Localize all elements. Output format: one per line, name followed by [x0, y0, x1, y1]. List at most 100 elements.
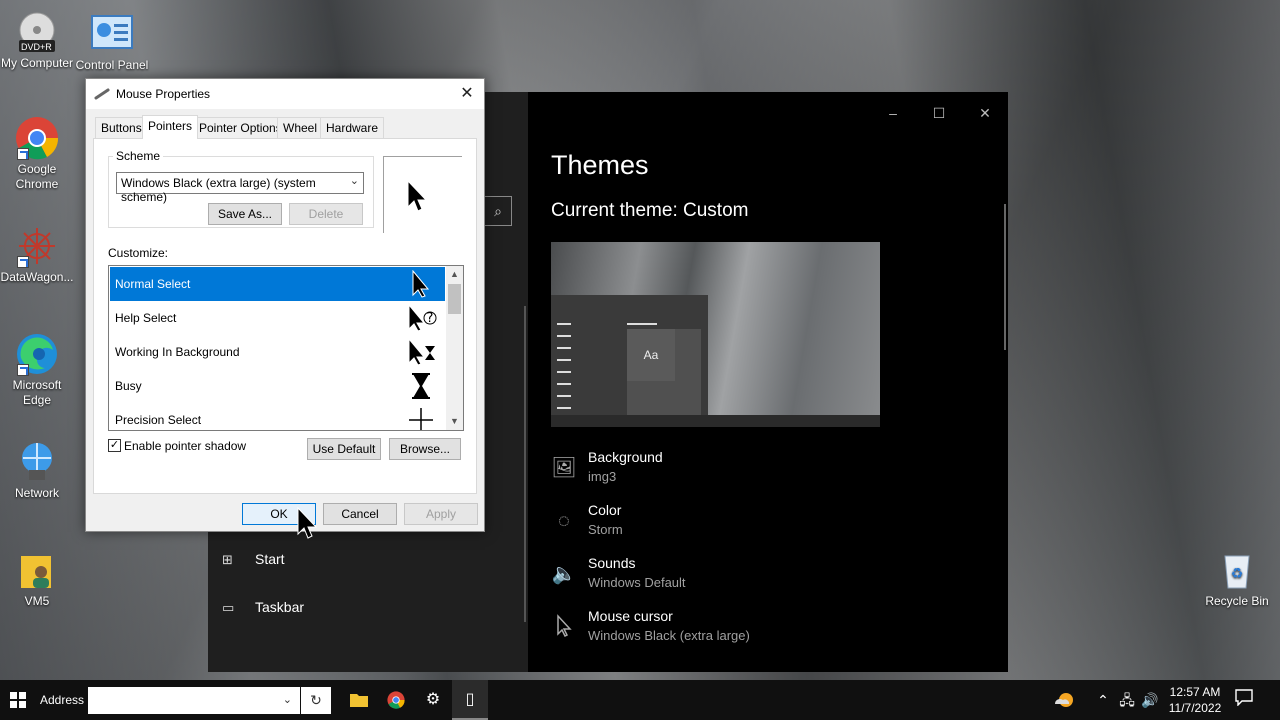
close-button[interactable]: ✕ — [456, 83, 478, 105]
theme-setting-background[interactable]: 🖼 Background img3 — [551, 449, 951, 489]
taskbar-chrome[interactable] — [378, 680, 414, 720]
datawagon-icon — [15, 224, 59, 268]
network-icon[interactable]: 🖧 — [1116, 680, 1138, 720]
taskbar-file-explorer[interactable] — [341, 680, 377, 720]
tab-pointer-options[interactable]: Pointer Options — [193, 117, 288, 138]
address-go-button[interactable]: ↻ — [301, 687, 331, 714]
settings-nav-start[interactable]: ⊞ Start — [222, 547, 502, 577]
nav-label: Taskbar — [255, 599, 305, 615]
theme-setting-color[interactable]: ◌ Color Storm — [551, 502, 951, 542]
clock[interactable]: 12:57 AM 11/7/2022 — [1160, 684, 1230, 716]
help-cursor-icon: ? — [408, 304, 437, 332]
shortcut-arrow-icon — [17, 148, 29, 160]
recycle-bin-icon: ♻ — [1215, 548, 1259, 592]
volume-icon[interactable]: 🔊 — [1140, 680, 1160, 720]
setting-value: Storm — [588, 522, 623, 537]
taskbar-mouse-properties[interactable]: ▯ — [452, 680, 488, 720]
edge-icon — [15, 332, 59, 376]
tab-buttons[interactable]: Buttons — [95, 117, 148, 138]
tab-wheel[interactable]: Wheel — [277, 117, 324, 138]
save-as-button[interactable]: Save As... — [208, 203, 282, 225]
taskbar-icon: ▭ — [222, 600, 235, 615]
list-item-label: Normal Select — [115, 277, 191, 291]
settings-themes-page: – ☐ ✕ Themes Current theme: Custom Aa 🖼 … — [528, 92, 1008, 672]
setting-label: Mouse cursor — [588, 608, 673, 624]
taskbar: Address ⌄ ↻ ⚙ ▯ ⌃ 🖧 🔊 12:57 AM 11/7/2022 — [0, 680, 1280, 720]
desktop-icon-my-computer[interactable]: DVD+R My Computer — [0, 10, 74, 71]
scroll-thumb[interactable] — [448, 284, 461, 314]
minimize-button[interactable]: – — [870, 98, 916, 128]
show-hidden-icons-chevron-up-icon[interactable]: ⌃ — [1094, 680, 1112, 720]
theme-setting-mouse-cursor[interactable]: Mouse cursor Windows Black (extra large) — [551, 608, 951, 648]
mouse-icon: ▯ — [465, 691, 475, 708]
start-icon: ⊞ — [222, 552, 233, 567]
settings-nav-taskbar[interactable]: ▭ Taskbar — [222, 595, 502, 625]
settings-scrollbar[interactable] — [1004, 204, 1006, 350]
setting-value: Windows Black (extra large) — [588, 628, 750, 643]
list-item-working-in-background[interactable]: Working In Background — [110, 335, 445, 369]
chrome-icon — [15, 116, 59, 160]
tab-pointers[interactable]: Pointers — [142, 115, 199, 139]
theme-setting-sounds[interactable]: 🔈 Sounds Windows Default — [551, 555, 951, 595]
list-scrollbar[interactable]: ▲ ▼ — [446, 266, 463, 430]
address-input[interactable]: ⌄ — [88, 687, 300, 714]
scheme-select[interactable]: Windows Black (extra large) (system sche… — [116, 172, 364, 204]
desktop-icon-google-chrome[interactable]: Google Chrome — [0, 116, 74, 192]
tab-hardware[interactable]: Hardware — [320, 117, 385, 138]
desktop-icon-label: Google Chrome — [15, 162, 59, 191]
list-item-help-select[interactable]: Help Select ? — [110, 301, 445, 335]
notification-icon — [1235, 689, 1253, 707]
desktop-icon-microsoft-edge[interactable]: Microsoft Edge — [0, 332, 74, 408]
use-default-button[interactable]: Use Default — [307, 438, 381, 460]
address-toolbar-label: Address — [40, 693, 85, 707]
desktop-icon-recycle-bin[interactable]: ♻ Recycle Bin — [1200, 548, 1274, 609]
desktop-icon-datawagon[interactable]: DataWagon... — [0, 224, 74, 285]
mouse-pointer-icon — [297, 506, 318, 539]
sidebar-scrollbar[interactable] — [524, 306, 526, 622]
chrome-icon — [387, 691, 405, 709]
desktop-icon-label: Network — [14, 486, 59, 500]
enable-pointer-shadow-checkbox[interactable]: ✓ — [108, 439, 121, 452]
list-item-precision-select[interactable]: Precision Select — [110, 403, 445, 430]
mouse-properties-dialog: Mouse Properties ✕ Buttons Pointers Poin… — [85, 78, 485, 532]
page-title: Themes — [551, 150, 649, 180]
speaker-icon: 🔈 — [551, 563, 577, 585]
mouse-icon — [94, 88, 110, 100]
palette-icon: ◌ — [558, 510, 570, 532]
chevron-down-icon[interactable]: ⌄ — [283, 693, 292, 706]
apply-button[interactable]: Apply — [404, 503, 478, 525]
dialog-titlebar[interactable]: Mouse Properties ✕ — [86, 79, 484, 109]
setting-value: Windows Default — [588, 575, 686, 590]
desktop-icon-label: Recycle Bin — [1205, 594, 1269, 608]
desktop-icon-control-panel[interactable]: Control Panel — [75, 12, 149, 73]
settings-search-button[interactable]: ⌕ — [484, 196, 512, 226]
list-item-busy[interactable]: Busy — [110, 369, 445, 403]
start-button[interactable] — [0, 680, 36, 720]
shortcut-arrow-icon — [17, 364, 29, 376]
desktop-icon-label: Microsoft Edge — [12, 378, 62, 407]
delete-button[interactable]: Delete — [289, 203, 363, 225]
list-item-label: Precision Select — [115, 413, 202, 427]
arrow-cursor-icon — [412, 270, 430, 298]
list-item-normal-select[interactable]: Normal Select — [110, 267, 445, 301]
close-button[interactable]: ✕ — [962, 98, 1008, 128]
notification-center-button[interactable] — [1234, 688, 1260, 712]
cancel-button[interactable]: Cancel — [323, 503, 397, 525]
desktop-icon-network[interactable]: Network — [0, 440, 74, 501]
desktop-icon-label: DataWagon... — [0, 270, 74, 284]
maximize-button[interactable]: ☐ — [916, 98, 962, 128]
clock-date: 11/7/2022 — [1168, 701, 1222, 715]
scheme-label: Scheme — [113, 149, 164, 163]
cursor-icon — [551, 614, 577, 640]
nav-label: Start — [255, 551, 285, 567]
gear-icon: ⚙ — [425, 691, 441, 708]
scroll-up-icon[interactable]: ▲ — [446, 266, 463, 283]
desktop-icon-vm5[interactable]: VM5 — [0, 548, 74, 609]
taskbar-settings[interactable]: ⚙ — [415, 680, 451, 720]
weather-icon[interactable] — [1050, 680, 1078, 720]
list-item-label: Help Select — [115, 311, 177, 325]
disc-icon: DVD+R — [15, 10, 59, 54]
browse-button[interactable]: Browse... — [389, 438, 461, 460]
scroll-down-icon[interactable]: ▼ — [446, 413, 463, 430]
current-theme-heading: Current theme: Custom — [551, 200, 749, 221]
